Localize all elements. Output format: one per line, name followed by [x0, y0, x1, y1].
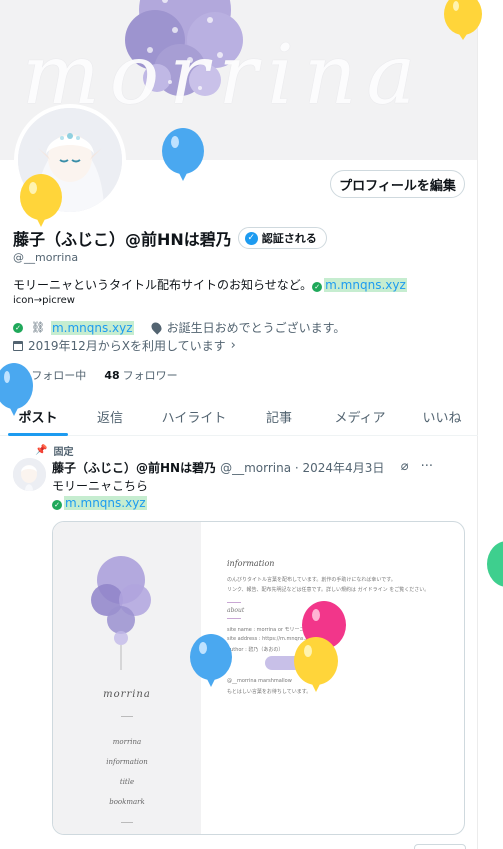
get-verified-button[interactable]: ✓ 認証される — [237, 227, 327, 249]
post-meta: @__morrina · 2024年4月3日 — [220, 461, 385, 475]
bottom-button[interactable] — [414, 844, 466, 849]
card-info-line: リンク、報告、配布先明記などは任意です。詳しい規約は ガイドライン をご覧くださ… — [227, 587, 430, 593]
tab-likes[interactable]: いいね — [406, 396, 478, 436]
avatar-illustration — [13, 458, 46, 491]
post-header: 藤子（ふじこ）@前HNは碧乃 @__morrina · 2024年4月3日 — [52, 459, 384, 476]
balloon-icon — [20, 174, 62, 227]
check-icon: ✓ — [312, 282, 323, 292]
card-nav-item: information — [106, 758, 148, 766]
profile-page: morrina プロフィールを編集 藤子（ふじこ）@前HNは碧乃 ✓ 認証される… — [0, 0, 503, 849]
bio-text-line2: icon→picrew — [13, 295, 75, 306]
follow-stats: 53フォロー中 48フォロワー — [13, 367, 178, 383]
followers-link[interactable]: 48 フォロワー — [104, 367, 177, 383]
edit-profile-button[interactable]: プロフィールを編集 — [330, 170, 465, 198]
tab-highlights[interactable]: ハイライト — [144, 396, 244, 436]
chevron-right-icon: › — [230, 338, 236, 353]
link-preview-card[interactable]: morrina morrina information title bookma… — [52, 521, 465, 835]
verify-label: 認証される — [261, 232, 317, 245]
birthday-text: お誕生日おめでとうございます。 — [166, 321, 346, 335]
profile-handle: @__morrina — [13, 251, 79, 264]
post-link-line: ✓ m.mnqns.xyz — [52, 495, 147, 512]
card-brand: morrina — [103, 689, 151, 700]
balloon-location-icon — [148, 320, 164, 335]
verified-badge-icon: ✓ — [244, 231, 258, 245]
profile-join-date: 2019年12月からXを利用しています › — [13, 337, 236, 354]
grok-icon[interactable]: ⌀ — [401, 459, 409, 474]
post-link[interactable]: m.mnqns.xyz — [64, 496, 147, 510]
balloon-icon — [162, 128, 204, 181]
balloon-icon — [190, 634, 232, 687]
pinned-post[interactable]: 📌 固定 藤子（ふじこ）@前HNは碧乃 @__morrina · 2024年4月… — [0, 437, 478, 849]
calendar-icon — [13, 340, 23, 351]
pin-icon: 📌 — [35, 445, 48, 456]
card-nav-item: morrina — [112, 738, 142, 746]
display-name: 藤子（ふじこ）@前HNは碧乃 — [13, 230, 232, 249]
post-tools: ⌀ ··· — [401, 459, 433, 474]
post-avatar[interactable] — [13, 458, 46, 491]
check-icon: ✓ — [52, 500, 62, 510]
profile-bio: モリーニャというタイトル配布サイトのお知らせなど。 ✓ m.mnqns.xyz ic… — [13, 276, 453, 308]
card-contact-line: @__morrina marshmallow — [227, 678, 292, 684]
more-icon[interactable]: ··· — [421, 459, 433, 474]
card-info-line: のんびりタイトル言葉を配布しています。創作の手助けになれば幸いです。 — [227, 577, 396, 583]
balloon-icon — [444, 0, 482, 40]
post-author[interactable]: 藤子（ふじこ）@前HNは碧乃 — [52, 459, 216, 476]
bio-link[interactable]: m.mnqns.xyz — [324, 278, 407, 292]
balloon-icon — [294, 637, 338, 692]
tab-articles[interactable]: 記事 — [244, 396, 314, 436]
balloon-icon — [0, 363, 33, 416]
hydrangea-illustration — [91, 556, 151, 670]
profile-tabs: ポスト 返信 ハイライト 記事 メディア いいね — [0, 396, 478, 436]
tab-replies[interactable]: 返信 — [76, 396, 144, 436]
pinned-label: 📌 固定 — [35, 445, 74, 458]
bio-text: モリーニャというタイトル配布サイトのお知らせなど。 — [13, 278, 313, 292]
joined-text: 2019年12月からXを利用しています — [28, 339, 226, 353]
card-nav-item: title — [119, 778, 135, 786]
balloon-icon — [487, 541, 503, 587]
post-text: モリーニャこちら — [52, 479, 149, 493]
profile-name-row: 藤子（ふじこ）@前HNは碧乃 ✓ 認証される — [13, 226, 327, 250]
card-sidebar: morrina morrina information title bookma… — [53, 522, 201, 834]
card-info-title: information — [227, 559, 275, 568]
scrollbar[interactable] — [477, 0, 503, 849]
card-about-head: about — [227, 607, 245, 614]
card-about-line: site name : morrina or モリーニャ — [227, 627, 310, 633]
website-link[interactable]: m.mnqns.xyz — [50, 320, 134, 335]
card-nav-item: bookmark — [109, 798, 145, 806]
tab-media[interactable]: メディア — [314, 396, 406, 436]
profile-meta: ✓ ⛓ m.mnqns.xyz お誕生日おめでとうございます。 — [13, 319, 345, 336]
check-icon: ✓ — [13, 322, 23, 333]
link-icon: ⛓ — [31, 321, 45, 334]
